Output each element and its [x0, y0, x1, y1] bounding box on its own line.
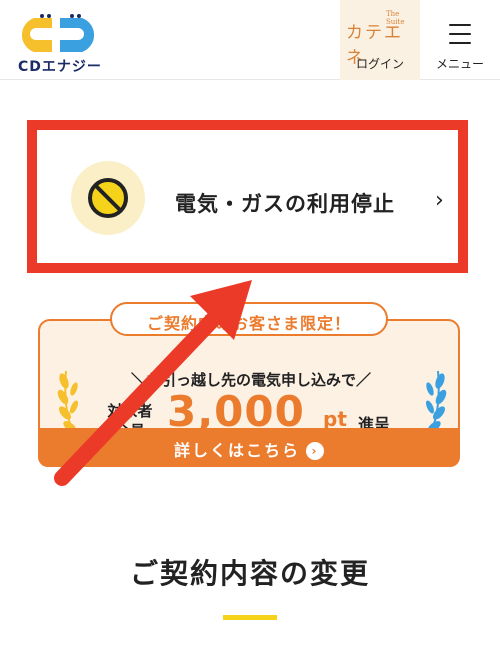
details-link[interactable]: 詳しくはこちら › [38, 428, 460, 467]
campaign-badge-label: ご契約中のお客さま限定！ [146, 314, 351, 333]
highlight-frame: 電気・ガスの利用停止 › [27, 120, 468, 273]
campaign-badge: ご契約中のお客さま限定！ [110, 302, 388, 336]
menu-label: メニュー [435, 57, 484, 71]
details-link-row: 詳しくはこちら › [38, 437, 460, 461]
login-button[interactable]: The Suite カテエネ ログイン [340, 0, 420, 80]
prohibited-icon [88, 178, 128, 218]
stop-service-label: 電気・ガスの利用停止 [175, 192, 395, 216]
site-header: CDエナジー The Suite カテエネ ログイン メニュー [0, 0, 500, 80]
login-label: ログイン [355, 57, 404, 71]
brand-name: CDエナジー [18, 59, 102, 75]
campaign-banner[interactable]: ＼お引っ越し先の電気申し込みで／ 対象者 全員 3,000 pt 進呈 詳しくは… [38, 302, 460, 467]
stop-icon-background [71, 161, 145, 235]
hamburger-icon [449, 24, 471, 44]
chevron-right-icon: › [435, 188, 444, 213]
banner-body: ＼お引っ越し先の電気申し込みで／ 対象者 全員 3,000 pt 進呈 [38, 319, 460, 444]
stop-service-link[interactable]: 電気・ガスの利用停止 › [37, 130, 458, 263]
arrow-circle-icon: › [306, 442, 324, 460]
cd-logo-mark-icon [21, 14, 95, 52]
section-title: ご契約内容の変更 [129, 557, 370, 590]
section-underline [223, 615, 277, 620]
target-line1: 対象者 [107, 402, 153, 420]
details-link-label: 詳しくはこちら [173, 441, 300, 460]
menu-button[interactable]: メニュー [420, 0, 500, 80]
